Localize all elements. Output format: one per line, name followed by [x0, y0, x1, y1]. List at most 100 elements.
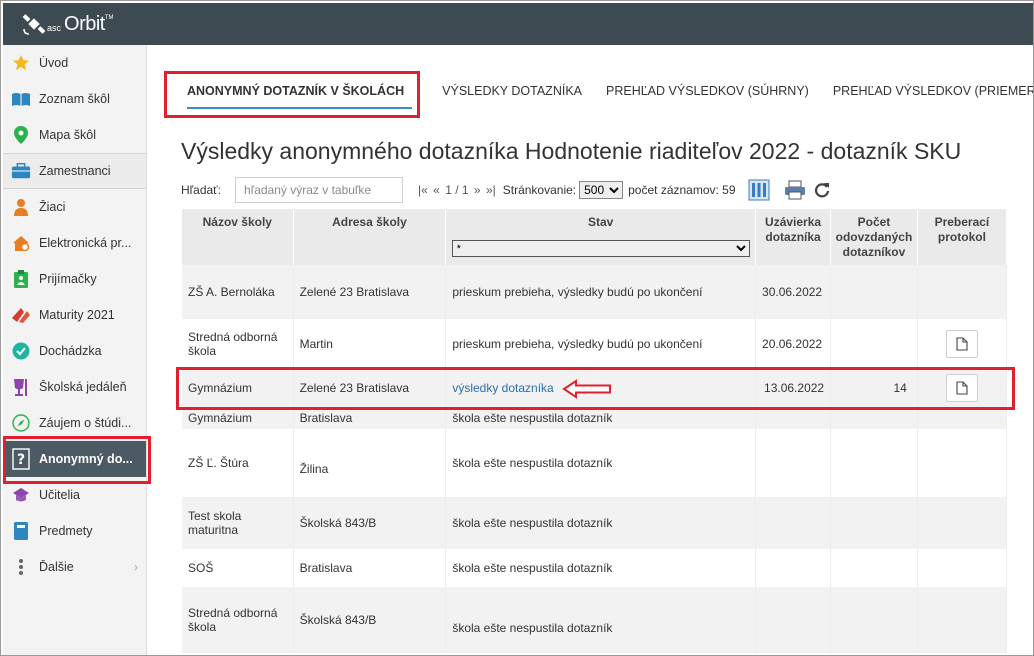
cell-deadline [755, 497, 832, 549]
logo-trademark: TM [104, 15, 114, 21]
graduation-cap-icon [11, 485, 31, 505]
pager-prev-button[interactable]: « [433, 183, 440, 197]
pager-next-button[interactable]: » [474, 183, 481, 197]
cell-address: Bratislava [293, 549, 447, 587]
compass-icon [11, 413, 31, 433]
home-gear-icon [11, 233, 31, 253]
sidebar-item-label: Zoznam škôl [39, 92, 110, 106]
cell-school: Stredná odborná škola [182, 587, 294, 653]
table-toolbar: Hľadať: |« « 1 / 1 » »| Stránkovanie: 50… [181, 177, 830, 203]
clipboard-icon [11, 269, 31, 289]
logo-name: Orbit [64, 12, 105, 35]
satellite-icon [21, 11, 47, 37]
cell-protocol [917, 497, 1008, 549]
columns-icon[interactable] [748, 179, 770, 201]
cell-school: Stredná odborná škola [182, 319, 294, 369]
table-row[interactable]: ZŠ Ľ. Štúra Žilina škola ešte nespustila… [182, 429, 1008, 497]
sidebar-item-prijimacky[interactable]: Prijímačky [3, 261, 146, 297]
tab-prehlad-priemery[interactable]: PREHĽAD VÝSLEDKOV (PRIEMERY) [821, 84, 1033, 98]
sidebar-item-zoznam-skol[interactable]: Zoznam škôl [3, 81, 146, 117]
tab-vysledky-dotaznika[interactable]: VÝSLEDKY DOTAZNÍKA [430, 84, 594, 98]
document-icon [956, 337, 968, 351]
cell-deadline [755, 407, 832, 429]
search-label: Hľadať: [181, 183, 222, 197]
tab-prehlad-suhrny[interactable]: PREHĽAD VÝSLEDKOV (SÚHRNY) [594, 84, 821, 98]
status-filter-select[interactable]: * [451, 240, 750, 257]
map-pin-icon [11, 125, 31, 145]
book-icon [11, 89, 31, 109]
cell-deadline [755, 429, 832, 497]
search-input[interactable] [235, 177, 404, 203]
sidebar-item-dochadzka[interactable]: Dochádzka [3, 333, 146, 369]
print-icon[interactable] [784, 180, 806, 200]
sidebar-item-zamestnanci[interactable]: Zamestnanci [3, 153, 146, 189]
table-row[interactable]: Stredná odborná škola Martin prieskum pr… [182, 319, 1008, 369]
sidebar-item-elektronicka[interactable]: Elektronická pr... [3, 225, 146, 261]
chevron-right-icon: › [134, 560, 138, 574]
cell-protocol [917, 319, 1008, 369]
sidebar-item-ziaci[interactable]: Žiaci [3, 189, 146, 225]
pager-last-button[interactable]: »| [486, 183, 496, 197]
column-header-count[interactable]: Počet odovzdaných dotazníkov [830, 209, 918, 265]
sidebar-item-predmety[interactable]: Predmety [3, 513, 146, 549]
logo-prefix: asc [47, 23, 62, 33]
sidebar-item-label: Dochádzka [39, 344, 102, 358]
column-header-deadline[interactable]: Uzávierka dotazníka [755, 209, 832, 265]
sidebar-item-label: Úvod [39, 56, 69, 70]
sidebar-item-label: Maturity 2021 [39, 308, 115, 322]
cell-count [830, 265, 918, 319]
app-logo[interactable]: asc Orbit TM [21, 11, 114, 37]
refresh-icon[interactable] [814, 182, 830, 198]
column-header-status[interactable]: Stav * [445, 209, 757, 265]
cell-count [830, 587, 918, 653]
sidebar-item-label: Žiaci [39, 200, 66, 214]
sidebar-item-label: Školská jedáleň [39, 380, 127, 394]
cell-status: škola ešte nespustila dotazník [445, 549, 757, 587]
sidebar-item-label: Elektronická pr... [39, 236, 132, 250]
highlight-sidebar-annotation [3, 436, 151, 484]
sidebar-item-maturity[interactable]: Maturity 2021 [3, 297, 146, 333]
cell-address: Zelené 23 Bratislava [293, 265, 447, 319]
sidebar-item-mapa-skol[interactable]: Mapa škôl [3, 117, 146, 153]
cell-deadline: 30.06.2022 [755, 265, 832, 319]
cell-status: škola ešte nespustila dotazník [445, 407, 757, 429]
paging-select[interactable]: 500 [579, 181, 624, 199]
sidebar-item-label: Učitelia [39, 488, 80, 502]
cell-school: ZŠ Ľ. Štúra [182, 429, 294, 497]
highlight-tab-annotation [164, 71, 420, 118]
table-row[interactable]: SOŠ Bratislava škola ešte nespustila dot… [182, 549, 1008, 587]
table-row[interactable]: Stredná odborná škola Školská 843/B škol… [182, 587, 1008, 653]
sidebar-item-uvod[interactable]: Úvod [3, 45, 146, 81]
page-title: Výsledky anonymného dotazníka Hodnotenie… [181, 138, 962, 164]
cell-address: Školská 843/B [293, 587, 447, 653]
top-bar: asc Orbit TM [3, 3, 1033, 45]
maturity-icon [11, 305, 31, 325]
pager-first-button[interactable]: |« [418, 183, 428, 197]
cell-school: Test skola maturitna [182, 497, 294, 549]
more-dots-icon [11, 557, 31, 577]
column-header-protocol[interactable]: Preberací protokol [917, 209, 1008, 265]
cell-deadline [755, 549, 832, 587]
protocol-button[interactable] [945, 330, 978, 358]
sidebar-item-dalsie[interactable]: Ďalšie › [3, 549, 146, 585]
column-header-address[interactable]: Adresa školy [293, 209, 447, 265]
red-arrow-annotation [562, 379, 611, 399]
table-row[interactable]: Test skola maturitna Školská 843/B škola… [182, 497, 1008, 549]
table-row[interactable]: ZŠ A. Bernoláka Zelené 23 Bratislava pri… [182, 265, 1008, 319]
app-window: asc Orbit TM Úvod Zoznam škôl Mapa škôl … [0, 0, 1034, 656]
cell-address: Žilina [293, 429, 447, 497]
sidebar-item-label: Prijímačky [39, 272, 97, 286]
table-row[interactable]: Gymnázium Bratislava škola ešte nespusti… [182, 407, 1008, 429]
cell-deadline [755, 587, 832, 653]
column-header-status-label: Stav [587, 215, 614, 229]
cup-icon [11, 377, 31, 397]
column-header-school[interactable]: Názov školy [182, 209, 294, 265]
cell-count [830, 497, 918, 549]
cell-address: Martin [293, 319, 447, 369]
briefcase-icon [11, 161, 31, 181]
student-icon [11, 197, 31, 217]
sidebar-item-label: Zamestnanci [39, 164, 111, 178]
sidebar-item-jedalen[interactable]: Školská jedáleň [3, 369, 146, 405]
cell-address: Bratislava [293, 407, 447, 429]
cell-status: prieskum prebieha, výsledky budú po ukon… [445, 265, 757, 319]
